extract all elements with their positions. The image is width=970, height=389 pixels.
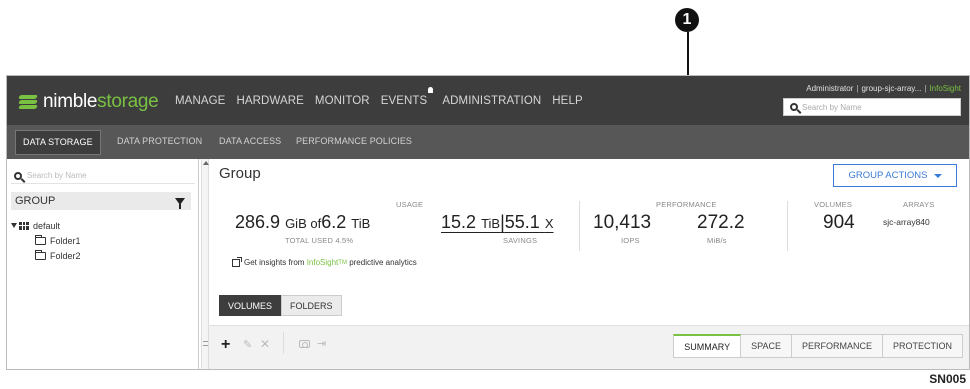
view-tabs: VOLUMES FOLDERS xyxy=(219,295,342,316)
savings-ratio-unit: X xyxy=(544,216,554,231)
nav-events[interactable]: EVENTS xyxy=(380,87,434,107)
sidebar-search-input[interactable]: Search by Name xyxy=(11,168,195,184)
usage-label: USAGE xyxy=(396,200,424,209)
group-header[interactable]: GROUP xyxy=(11,192,191,210)
top-search-placeholder: Search by Name xyxy=(802,102,862,112)
nav-hardware[interactable]: HARDWARE xyxy=(236,95,303,107)
delete-icon[interactable]: ✕ xyxy=(260,337,270,351)
group-name[interactable]: group-sjc-array... xyxy=(861,84,921,93)
subnav-data-storage[interactable]: DATA STORAGE xyxy=(15,130,101,155)
group-actions-button[interactable]: GROUP ACTIONS xyxy=(833,164,957,187)
savings-num: 15.2 xyxy=(441,212,477,232)
subnav-data-protection[interactable]: DATA PROTECTION xyxy=(117,136,202,146)
sidebar-search-placeholder: Search by Name xyxy=(27,171,87,180)
used-num: 286.9 xyxy=(235,212,281,232)
logo-text-storage: storage xyxy=(97,91,159,112)
sidebar: Search by Name GROUP default Folder1 Fol… xyxy=(7,159,199,369)
filter-icon[interactable] xyxy=(175,197,185,209)
tab-space[interactable]: SPACE xyxy=(741,334,792,358)
external-link-icon xyxy=(232,256,242,267)
sub-nav: DATA STORAGE DATA PROTECTION DATA ACCESS… xyxy=(7,125,969,159)
caret-down-icon[interactable] xyxy=(11,223,17,228)
user-name[interactable]: Administrator xyxy=(806,84,853,93)
iops-value: 10,413 xyxy=(593,212,652,233)
logo-text-nimble: nimble xyxy=(43,91,98,112)
export-icon[interactable]: ⇥ xyxy=(317,337,326,350)
folder-tree: default Folder1 Folder2 xyxy=(11,218,81,263)
folder-icon xyxy=(35,249,46,260)
performance-label: PERFORMANCE xyxy=(656,200,717,209)
chevron-down-icon xyxy=(933,173,942,178)
iops-label: IOPS xyxy=(621,236,640,245)
main-panel: Group GROUP ACTIONS USAGE 286.9 GiB of6.… xyxy=(209,159,969,369)
main-nav: MANAGE HARDWARE MONITOR EVENTS ADMINISTR… xyxy=(175,87,594,107)
total-unit: TiB xyxy=(351,216,371,231)
savings-unit: TiB xyxy=(481,216,501,231)
nav-manage[interactable]: MANAGE xyxy=(175,95,225,107)
tab-volumes[interactable]: VOLUMES xyxy=(219,295,282,316)
top-bar: nimblestorage MANAGE HARDWARE MONITOR EV… xyxy=(7,76,969,125)
tab-summary[interactable]: SUMMARY xyxy=(673,334,742,358)
page-title: Group xyxy=(219,165,261,182)
volumes-value: 904 xyxy=(823,212,855,233)
snapshot-icon[interactable] xyxy=(299,340,310,348)
tab-folders[interactable]: FOLDERS xyxy=(281,295,342,316)
insights-tm: TM xyxy=(338,259,347,266)
group-label: GROUP xyxy=(15,195,56,207)
divider xyxy=(579,201,580,251)
savings-ratio: 55.1 xyxy=(504,212,540,232)
tree-item-label: Folder2 xyxy=(50,250,81,261)
tab-protection[interactable]: PROTECTION xyxy=(882,334,963,358)
insights-brand: InfoSight xyxy=(306,258,339,267)
detail-tabs: SUMMARY SPACE PERFORMANCE PROTECTION xyxy=(673,334,963,358)
folder-icon xyxy=(35,234,46,245)
tree-item-default[interactable]: default xyxy=(11,218,81,233)
logo[interactable]: nimblestorage xyxy=(18,91,159,113)
callout-number: 1 xyxy=(675,8,699,32)
insights-prefix: Get insights from xyxy=(244,258,305,267)
used-unit: GiB of xyxy=(285,216,322,231)
tree-item-folder2[interactable]: Folder2 xyxy=(11,248,81,263)
subnav-data-access[interactable]: DATA ACCESS xyxy=(219,136,281,146)
nav-administration[interactable]: ADMINISTRATION xyxy=(442,95,541,107)
savings-value[interactable]: 15.2 TiB|55.1 X xyxy=(441,212,554,233)
tree-item-label: Folder1 xyxy=(50,235,81,246)
mbs-label: MiB/s xyxy=(707,236,727,245)
toolbar-divider xyxy=(283,332,284,354)
total-used-label: TOTAL USED 4.5% xyxy=(285,236,354,245)
tree-item-label: default xyxy=(33,220,61,231)
user-info: Administrator | group-sjc-array... | InfoSig… xyxy=(806,84,961,93)
grid-icon xyxy=(19,221,29,230)
nimble-logo-icon xyxy=(18,95,38,109)
app-window: nimblestorage MANAGE HARDWARE MONITOR EV… xyxy=(6,75,970,370)
nav-events-label: EVENTS xyxy=(380,95,428,107)
tab-performance[interactable]: PERFORMANCE xyxy=(791,334,883,358)
nav-help[interactable]: HELP xyxy=(552,95,582,107)
insights-suffix: predictive analytics xyxy=(349,258,417,267)
tree-item-folder1[interactable]: Folder1 xyxy=(11,233,81,248)
volumes-label: VOLUMES xyxy=(814,200,853,209)
divider xyxy=(787,201,788,251)
arrays-value: sjc-array840 xyxy=(883,217,930,227)
sidebar-splitter[interactable] xyxy=(201,159,209,369)
infosight-link[interactable]: InfoSight xyxy=(929,84,961,93)
arrays-label: ARRAYS xyxy=(903,200,935,209)
savings-label: SAVINGS xyxy=(503,236,538,245)
drag-handle-icon[interactable] xyxy=(203,341,208,346)
search-icon xyxy=(14,171,22,180)
nav-monitor[interactable]: MONITOR xyxy=(315,95,370,107)
search-icon xyxy=(790,103,798,111)
edit-icon[interactable]: ✎ xyxy=(243,338,252,351)
figure-code: SN005 xyxy=(929,372,966,386)
total-num: 6.2 xyxy=(321,212,347,232)
usage-value: 286.9 GiB of6.2 TiB xyxy=(235,212,370,233)
insights-link[interactable]: Get insights from InfoSight TM predictive… xyxy=(232,256,417,267)
mbs-value: 272.2 xyxy=(697,212,745,233)
group-actions-label: GROUP ACTIONS xyxy=(848,170,928,181)
subnav-performance-policies[interactable]: PERFORMANCE POLICIES xyxy=(296,136,412,146)
bell-icon xyxy=(428,87,434,93)
top-search-input[interactable]: Search by Name xyxy=(783,98,961,116)
add-icon[interactable]: + xyxy=(221,336,230,354)
